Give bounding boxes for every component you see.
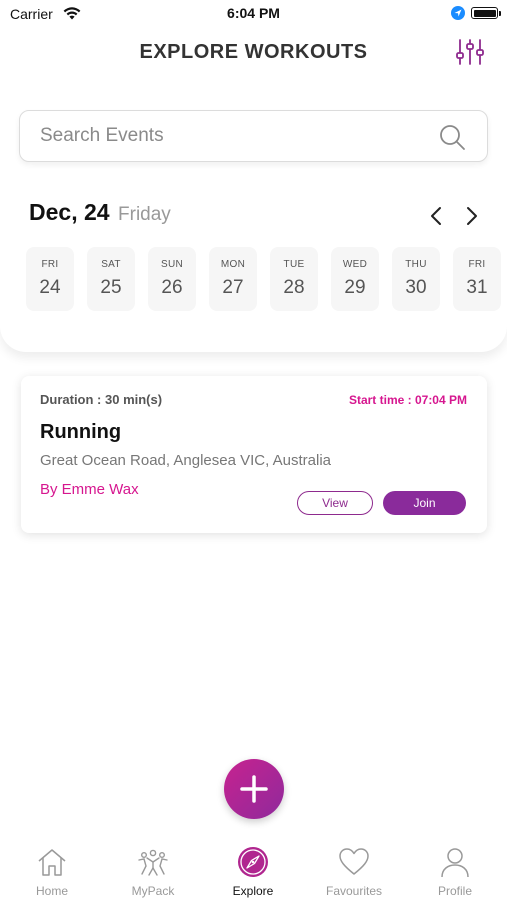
day-number: 24 [39, 277, 61, 298]
search-bar [19, 110, 488, 162]
day-number: 27 [222, 277, 244, 298]
join-button[interactable]: Join [383, 491, 466, 515]
event-duration: Duration : 30 min(s) [40, 392, 163, 407]
day-cell[interactable]: TUE 28 [270, 247, 318, 311]
day-name: THU [405, 259, 427, 270]
selected-date: Dec, 24 Friday [29, 199, 171, 226]
heart-icon [339, 848, 369, 875]
day-cell[interactable]: FRI 31 [453, 247, 501, 311]
event-title: Running [40, 421, 122, 443]
view-button[interactable]: View [297, 491, 373, 515]
day-name: SAT [101, 259, 121, 270]
day-name: MON [220, 259, 246, 270]
tab-favourites[interactable]: Favourites [309, 838, 399, 900]
day-cell[interactable]: MON 27 [209, 247, 257, 311]
day-cell[interactable]: SUN 26 [148, 247, 196, 311]
tab-explore[interactable]: Explore [208, 838, 298, 900]
day-cell[interactable]: SAT 25 [87, 247, 135, 311]
event-card[interactable]: Duration : 30 min(s) Start time : 07:04 … [21, 376, 487, 533]
day-name: TUE [283, 259, 305, 270]
selected-date-value: Dec, 24 [29, 199, 110, 225]
page-title: EXPLORE WORKOUTS [139, 41, 368, 63]
search-input[interactable] [40, 111, 430, 161]
tab-label: Home [35, 884, 68, 898]
tab-label: Explore [232, 884, 274, 898]
add-event-button[interactable] [224, 759, 284, 819]
chevron-left-icon[interactable] [427, 205, 445, 227]
tab-mypack[interactable]: MyPack [108, 838, 198, 900]
selected-weekday: Friday [118, 204, 171, 225]
day-cell[interactable]: THU 30 [392, 247, 440, 311]
tab-label: Profile [437, 884, 472, 898]
day-name: FRI [468, 259, 486, 270]
location-icon [451, 6, 465, 20]
plus-icon [240, 775, 268, 803]
event-location: Great Ocean Road, Anglesea VIC, Australi… [40, 452, 331, 469]
day-number: 30 [405, 277, 427, 298]
day-cell[interactable]: WED 29 [331, 247, 379, 311]
sliders-icon[interactable] [455, 38, 485, 66]
tab-bar: Home MyPack Explore Favourites Profile [0, 838, 507, 900]
day-number: 31 [466, 277, 488, 298]
day-number: 26 [161, 277, 183, 298]
status-time: 6:04 PM [227, 5, 280, 21]
event-start-time: Start time : 07:04 PM [348, 393, 467, 407]
day-name: SUN [160, 259, 183, 270]
day-cell[interactable]: FRI 24 [26, 247, 74, 311]
day-number: 29 [344, 277, 366, 298]
day-name: FRI [41, 259, 59, 270]
user-icon [441, 848, 469, 878]
search-icon[interactable] [438, 123, 466, 151]
tab-label: Favourites [325, 884, 383, 898]
day-selector: FRI 24 SAT 25 SUN 26 MON 27 TUE 28 WED 2… [0, 247, 507, 311]
event-host[interactable]: By Emme Wax [40, 481, 139, 498]
status-bar: Carrier 6:04 PM [0, 0, 507, 30]
day-number: 28 [283, 277, 305, 298]
group-icon [138, 849, 168, 876]
tab-label: MyPack [131, 884, 175, 898]
home-icon [38, 849, 66, 876]
chevron-right-icon[interactable] [463, 205, 481, 227]
tab-profile[interactable]: Profile [410, 838, 500, 900]
compass-icon [238, 847, 268, 877]
day-name: WED [342, 259, 368, 270]
tab-home[interactable]: Home [7, 838, 97, 900]
battery-icon [471, 7, 501, 19]
day-number: 25 [100, 277, 122, 298]
